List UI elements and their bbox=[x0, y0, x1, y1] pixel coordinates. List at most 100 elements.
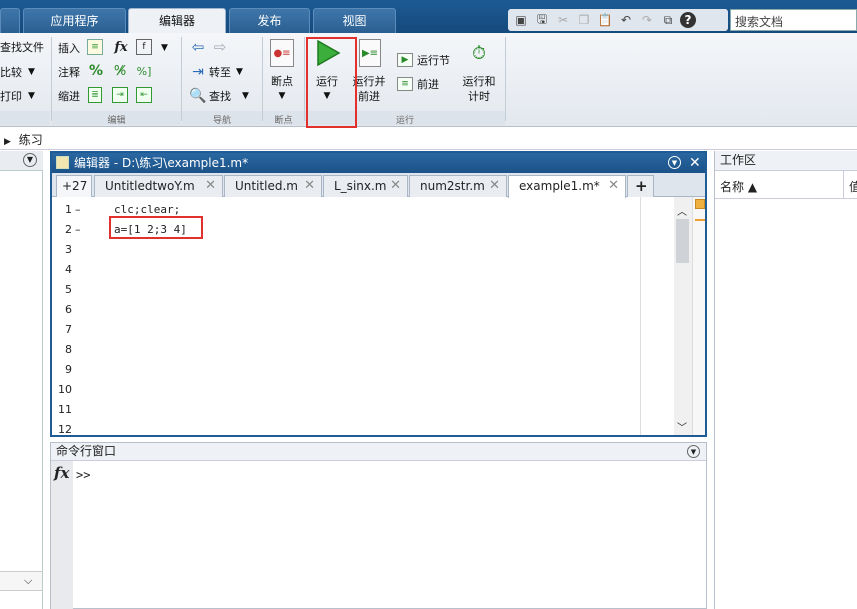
layout-icon[interactable]: ▣ bbox=[512, 12, 530, 28]
tab-overflow-button[interactable]: +27 bbox=[56, 175, 92, 197]
command-window[interactable]: 命令行窗口 ▼ fx >> bbox=[50, 442, 707, 609]
run-and-time-icon[interactable]: ⏱ bbox=[467, 39, 491, 67]
back-arrow-icon[interactable]: ⇦ bbox=[189, 38, 207, 56]
name-column-header[interactable]: 名称 ▲ bbox=[720, 178, 757, 195]
editor-menu-icon[interactable]: ▼ bbox=[668, 156, 681, 169]
wrap-comment-icon[interactable]: %] bbox=[136, 63, 152, 79]
workspace-title: 工作区 bbox=[720, 153, 757, 167]
undo-icon[interactable]: ↶ bbox=[617, 12, 635, 28]
editor-tab[interactable]: UntitledtwoY.m ✕ bbox=[94, 175, 223, 197]
comment-button[interactable]: 注释 bbox=[58, 66, 80, 79]
redo-icon[interactable]: ↷ bbox=[638, 12, 656, 28]
tab-apps[interactable]: 应用程序 bbox=[23, 8, 126, 33]
value-column-header[interactable]: 值 bbox=[849, 178, 857, 195]
breakpoints-icon[interactable]: ●≡ bbox=[270, 39, 294, 67]
breadcrumb-folder[interactable]: 练习 bbox=[19, 133, 43, 147]
workspace-column-header: 名称 ▲ 值 bbox=[715, 171, 857, 199]
chevron-down-icon[interactable]: ▼ bbox=[28, 90, 35, 103]
goto-button[interactable]: 转至 bbox=[209, 66, 231, 79]
editor-window: 编辑器 - D:\练习\example1.m* ▼ ✕ +27 Untitled… bbox=[50, 151, 707, 437]
percent-icon[interactable]: % bbox=[88, 63, 104, 79]
insert-section-icon[interactable]: ≡ bbox=[87, 39, 103, 55]
editor-tab-strip: +27 UntitledtwoY.m ✕ Untitled.m ✕ L_sinx.m… bbox=[52, 173, 705, 198]
close-tab-icon[interactable]: ✕ bbox=[205, 176, 216, 196]
scroll-down-icon[interactable]: ﹀ bbox=[677, 419, 687, 434]
advance-button[interactable]: 前进 bbox=[417, 78, 439, 91]
run-section-icon[interactable]: ▶ bbox=[397, 53, 413, 67]
current-folder-bar[interactable]: ▶ 练习 bbox=[0, 128, 857, 150]
switch-windows-icon[interactable]: ⧉ bbox=[659, 12, 677, 28]
code-line[interactable]: a=[1 2;3 4] bbox=[114, 223, 187, 236]
close-tab-icon[interactable]: ✕ bbox=[489, 176, 500, 196]
chevron-down-icon[interactable]: ▼ bbox=[242, 90, 249, 103]
run-section-button[interactable]: 运行节 bbox=[417, 54, 450, 67]
run-and-time-label-2[interactable]: 计时 bbox=[460, 89, 498, 104]
insert-function-icon[interactable]: fx bbox=[112, 38, 130, 56]
details-bar[interactable]: ⌵ bbox=[0, 571, 42, 591]
divider bbox=[51, 37, 52, 121]
indent-button[interactable]: 缩进 bbox=[58, 90, 80, 103]
tab-editor[interactable]: 编辑器 bbox=[128, 8, 226, 33]
panel-menu-icon[interactable]: ▼ bbox=[23, 153, 37, 167]
run-and-advance-icon[interactable]: ▶≡ bbox=[359, 39, 381, 67]
function-browser-icon[interactable]: fx bbox=[54, 464, 69, 482]
workspace-panel: 工作区 名称 ▲ 值 bbox=[714, 151, 857, 609]
chevron-down-icon[interactable]: ▼ bbox=[264, 89, 300, 104]
breakpoints-button[interactable]: 断点 bbox=[264, 74, 300, 89]
forward-arrow-icon[interactable]: ⇨ bbox=[211, 38, 229, 56]
line-number: 4 bbox=[65, 263, 72, 276]
editor-titlebar: 编辑器 - D:\练习\example1.m* ▼ ✕ bbox=[52, 153, 705, 173]
smart-indent-icon[interactable]: ≣ bbox=[88, 87, 102, 103]
tab-home-partial[interactable] bbox=[0, 8, 20, 33]
print-button[interactable]: 打印 bbox=[0, 90, 22, 103]
scroll-thumb[interactable] bbox=[676, 219, 689, 263]
editor-tab[interactable]: L_sinx.m ✕ bbox=[323, 175, 408, 197]
goto-icon[interactable]: ⇥ bbox=[189, 64, 207, 80]
line-number: 6 bbox=[65, 303, 72, 316]
executable-line-marker[interactable]: – bbox=[75, 223, 81, 236]
paste-icon[interactable]: 📋 bbox=[596, 12, 614, 28]
save-icon[interactable]: 🖫 bbox=[533, 12, 551, 28]
divider bbox=[181, 37, 182, 121]
tab-publish[interactable]: 发布 bbox=[229, 8, 310, 33]
warning-indicator-icon[interactable] bbox=[695, 199, 705, 209]
find-button[interactable]: 查找 bbox=[209, 90, 231, 103]
tab-view[interactable]: 视图 bbox=[313, 8, 396, 33]
advance-icon[interactable]: ≡ bbox=[397, 77, 413, 91]
close-tab-icon[interactable]: ✕ bbox=[390, 176, 401, 196]
copy-icon[interactable]: ❐ bbox=[575, 12, 593, 28]
increase-indent-icon[interactable]: ⇥ bbox=[112, 87, 128, 103]
chevron-down-icon[interactable]: ▼ bbox=[28, 66, 35, 79]
find-icon[interactable]: 🔍 bbox=[189, 88, 207, 104]
vertical-scrollbar[interactable]: ︿ ﹀ bbox=[674, 197, 692, 435]
compare-button[interactable]: 比较 bbox=[0, 66, 22, 79]
help-icon[interactable]: ? bbox=[680, 12, 696, 28]
decrease-indent-icon[interactable]: ⇤ bbox=[136, 87, 152, 103]
chevron-down-icon[interactable]: ▼ bbox=[161, 42, 168, 55]
panel-menu-icon[interactable]: ▼ bbox=[687, 445, 700, 458]
line-number: 5 bbox=[65, 283, 72, 296]
search-documentation-input[interactable]: 搜索文档 bbox=[730, 9, 857, 31]
code-line[interactable]: clc;clear; bbox=[114, 203, 180, 216]
uncomment-icon[interactable]: %̸ bbox=[111, 63, 129, 79]
add-tab-button[interactable]: + bbox=[627, 175, 654, 197]
executable-line-marker[interactable]: – bbox=[75, 203, 81, 216]
chevron-down-icon[interactable]: ⌵ bbox=[24, 574, 32, 588]
tab-label: UntitledtwoY.m bbox=[105, 179, 195, 193]
warning-marker[interactable] bbox=[695, 219, 705, 221]
insert-button[interactable]: 插入 bbox=[58, 42, 80, 55]
scroll-up-icon[interactable]: ︿ bbox=[677, 203, 687, 218]
find-files-button[interactable]: 查找文件 bbox=[0, 41, 44, 54]
close-tab-icon[interactable]: ✕ bbox=[608, 176, 619, 196]
editor-tab[interactable]: num2str.m ✕ bbox=[409, 175, 507, 197]
close-tab-icon[interactable]: ✕ bbox=[304, 176, 315, 196]
editor-tab[interactable]: Untitled.m ✕ bbox=[224, 175, 322, 197]
editor-tab-active[interactable]: example1.m* ✕ bbox=[508, 175, 626, 198]
chevron-down-icon[interactable]: ▼ bbox=[236, 66, 243, 79]
tab-label: L_sinx.m bbox=[334, 179, 387, 193]
run-and-time-label-1[interactable]: 运行和 bbox=[460, 74, 498, 89]
edit-group-label: 编辑 bbox=[107, 116, 126, 126]
insert-cell-icon[interactable]: f bbox=[136, 39, 152, 55]
close-icon[interactable]: ✕ bbox=[689, 153, 701, 173]
cut-icon[interactable]: ✂ bbox=[554, 12, 572, 28]
